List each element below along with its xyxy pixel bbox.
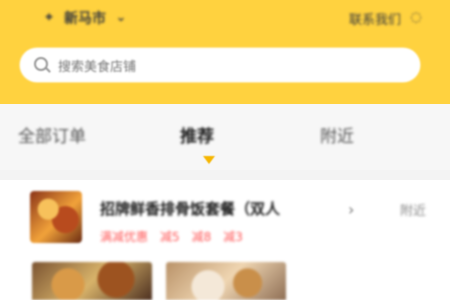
tag-item: 减3 xyxy=(223,229,243,244)
chevron-right-icon: › xyxy=(348,200,355,219)
tag-item: 满减优惠 xyxy=(100,229,149,244)
top-header: ⌖ 新马市 ⌄ 联系我们 ◌ xyxy=(0,0,450,104)
tag-item: 减5 xyxy=(160,229,180,244)
food-photo xyxy=(166,262,286,300)
app-screen: ⌖ 新马市 ⌄ 联系我们 ◌ 全部订单 推荐 附近 招牌鲜香排骨饭套餐（双人 ›… xyxy=(0,0,450,300)
store-right-note: 附近 xyxy=(400,204,427,219)
header-right-action[interactable]: 联系我们 ◌ xyxy=(349,8,425,28)
food-photo xyxy=(32,262,152,300)
store-title: 招牌鲜香排骨饭套餐（双人 xyxy=(100,200,281,218)
chevron-down-icon: ⌄ xyxy=(115,10,127,25)
search-input[interactable] xyxy=(56,54,400,78)
food-image-strip xyxy=(32,262,292,300)
search-bar[interactable] xyxy=(20,48,420,82)
store-card[interactable]: 招牌鲜香排骨饭套餐（双人 › 附近 满减优惠 减5 减8 减3 xyxy=(0,180,450,300)
location-label: 新马市 xyxy=(64,11,106,27)
tag-item: 减8 xyxy=(191,229,212,244)
message-icon: ◌ xyxy=(410,10,422,25)
search-icon xyxy=(34,57,48,71)
active-tab-indicator xyxy=(203,156,215,164)
tab-nearby[interactable]: 附近 xyxy=(320,122,354,152)
store-thumbnail xyxy=(30,191,82,243)
promotion-tags: 满减优惠 减5 减8 减3 xyxy=(100,226,390,246)
map-pin-icon: ⌖ xyxy=(45,10,53,25)
location-selector[interactable]: ⌖ 新马市 ⌄ xyxy=(40,8,130,28)
header-right-text: 联系我们 xyxy=(348,12,401,28)
tab-recommend[interactable]: 推荐 xyxy=(180,122,214,152)
tab-all-orders[interactable]: 全部订单 xyxy=(18,122,86,152)
category-tabs: 全部订单 推荐 附近 xyxy=(0,104,450,170)
